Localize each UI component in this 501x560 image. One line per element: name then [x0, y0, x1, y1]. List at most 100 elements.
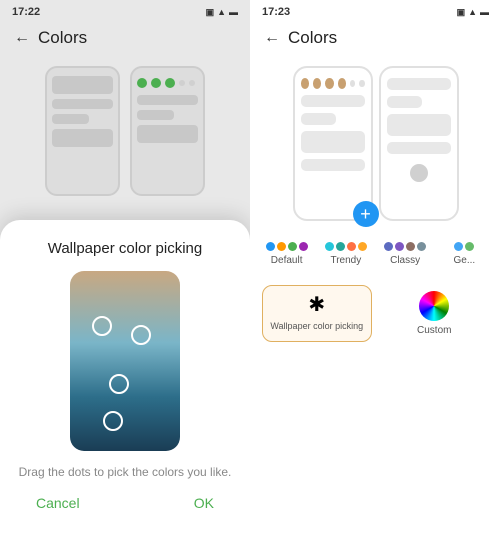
wifi-icon-r: ▲ — [468, 7, 477, 17]
ge-dots — [454, 242, 474, 251]
r-bar-3 — [301, 131, 365, 153]
pick-dot-1[interactable] — [92, 316, 112, 336]
r2-dot — [410, 164, 428, 182]
back-button-right[interactable]: ← — [264, 29, 280, 47]
trendy-dots — [325, 242, 367, 251]
sim-icon: ▣ — [206, 7, 215, 18]
preview-dot-5 — [189, 80, 195, 86]
bottom-options: ✱ Wallpaper color picking Custom — [250, 277, 501, 350]
trendy-dot-4 — [358, 242, 367, 251]
trendy-label: Trendy — [330, 255, 361, 266]
pick-dot-3[interactable] — [109, 374, 129, 394]
custom-circle-icon — [419, 291, 449, 321]
classy-dot-4 — [417, 242, 426, 251]
pick-dot-4[interactable] — [103, 411, 123, 431]
status-bar-left: 17:22 ▣ ▲ ▬ — [0, 0, 250, 20]
r-dot-5 — [350, 80, 355, 87]
battery-icon: ▬ — [229, 7, 238, 17]
time-left: 17:22 — [12, 6, 40, 18]
trendy-dot-2 — [336, 242, 345, 251]
classy-dot-3 — [406, 242, 415, 251]
back-button-left[interactable]: ← — [14, 29, 30, 47]
wallpaper-modal: Wallpaper color picking Drag the dots to… — [0, 220, 250, 560]
r-mock-bar-3 — [137, 125, 198, 143]
r-bar-2 — [301, 113, 336, 125]
custom-label: Custom — [417, 325, 451, 336]
right-preview: + — [250, 56, 501, 231]
r-dot-1 — [301, 78, 309, 89]
color-option-default[interactable]: Default — [258, 235, 315, 273]
back-bar-right: ← Colors — [250, 20, 501, 56]
page-title-right: Colors — [288, 28, 337, 48]
time-right: 17:23 — [262, 6, 290, 18]
wallpaper-image — [70, 271, 180, 451]
default-dot-1 — [266, 242, 275, 251]
mock-bar-1 — [52, 76, 113, 94]
r-phone-mockup-1: + — [293, 66, 373, 221]
right-panel: 17:23 ▣ ▲ ▬ ← Colors + — [250, 0, 501, 560]
wallpaper-label: Wallpaper color picking — [270, 321, 363, 331]
r2-bar-4 — [387, 142, 451, 154]
status-icons-right: ▣ ▲ ▬ — [457, 7, 489, 18]
wallpaper-icon: ✱ — [308, 292, 325, 317]
pick-dot-2[interactable] — [131, 325, 151, 345]
r-mock-bar-2 — [137, 110, 174, 120]
default-dot-2 — [277, 242, 286, 251]
classy-dot-2 — [395, 242, 404, 251]
left-panel: 17:22 ▣ ▲ ▬ ← Colors — [0, 0, 250, 560]
status-icons-left: ▣ ▲ ▬ — [206, 7, 238, 18]
phone-mockup-1 — [45, 66, 120, 196]
default-dot-3 — [288, 242, 297, 251]
mock-bar-3 — [52, 114, 89, 124]
r-dot-6 — [359, 80, 364, 87]
modal-buttons: Cancel OK — [16, 495, 234, 511]
phone-mockup-2 — [130, 66, 205, 196]
r-preview-dots — [301, 78, 365, 89]
r-phone-mockup-2 — [379, 66, 459, 221]
modal-title: Wallpaper color picking — [48, 240, 203, 257]
wallpaper-color-option[interactable]: ✱ Wallpaper color picking — [262, 285, 372, 342]
trendy-dot-3 — [347, 242, 356, 251]
r-mock-bar-1 — [137, 95, 198, 105]
r-dot-3 — [325, 78, 333, 89]
ok-button[interactable]: OK — [194, 495, 214, 511]
custom-color-option[interactable]: Custom — [380, 285, 490, 342]
default-dots — [266, 242, 308, 251]
battery-icon-r: ▬ — [480, 7, 489, 17]
add-color-button[interactable]: + — [353, 201, 379, 227]
mock-bar-2 — [52, 99, 113, 109]
wifi-icon: ▲ — [217, 7, 226, 17]
preview-dot-1 — [137, 78, 147, 88]
back-bar-left: ← Colors — [0, 20, 250, 56]
preview-dots — [137, 78, 198, 88]
preview-dot-3 — [165, 78, 175, 88]
classy-dots — [384, 242, 426, 251]
preview-dot-4 — [179, 80, 185, 86]
cancel-button[interactable]: Cancel — [36, 495, 80, 511]
color-option-classy[interactable]: Classy — [377, 235, 434, 273]
modal-hint: Drag the dots to pick the colors you lik… — [19, 465, 232, 479]
preview-dot-2 — [151, 78, 161, 88]
r2-bar-3 — [387, 114, 451, 136]
r2-bar-2 — [387, 96, 422, 108]
r2-bar-1 — [387, 78, 451, 90]
r-dot-2 — [313, 78, 321, 89]
color-option-ge[interactable]: Ge... — [436, 235, 493, 273]
ge-dot-2 — [465, 242, 474, 251]
status-bar-right: 17:23 ▣ ▲ ▬ — [250, 0, 501, 20]
ge-label: Ge... — [454, 255, 476, 266]
color-option-trendy[interactable]: Trendy — [317, 235, 374, 273]
r-bar-4 — [301, 159, 365, 171]
color-options-grid: Default Trendy Classy — [250, 231, 501, 277]
sim-icon-r: ▣ — [457, 7, 466, 18]
r-bar-1 — [301, 95, 365, 107]
page-title-left: Colors — [38, 28, 87, 48]
ge-dot-1 — [454, 242, 463, 251]
r-dot-4 — [338, 78, 346, 89]
trendy-dot-1 — [325, 242, 334, 251]
classy-label: Classy — [390, 255, 420, 266]
mock-bar-4 — [52, 129, 113, 147]
classy-dot-1 — [384, 242, 393, 251]
default-label: Default — [271, 255, 303, 266]
default-dot-4 — [299, 242, 308, 251]
